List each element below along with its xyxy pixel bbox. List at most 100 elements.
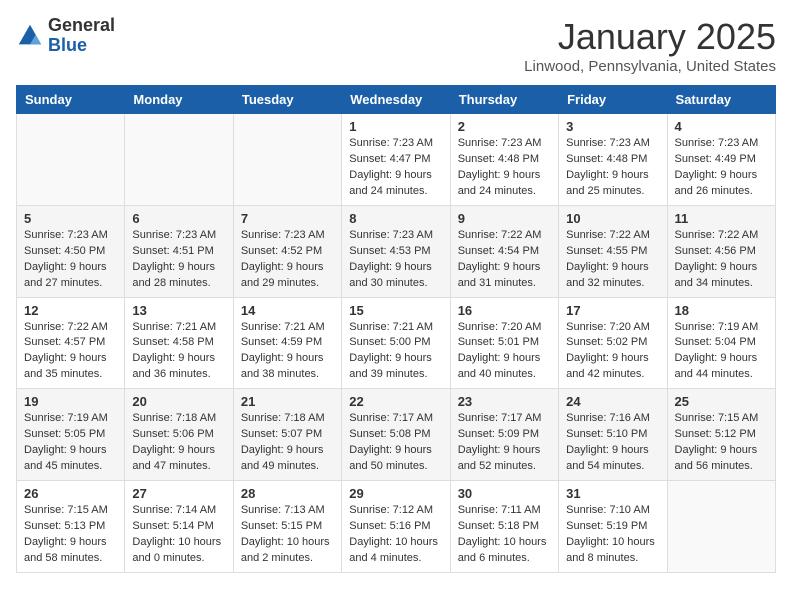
day-info: Sunrise: 7:15 AM Sunset: 5:12 PM Dayligh…	[675, 411, 768, 475]
week-row-3: 12Sunrise: 7:22 AM Sunset: 4:57 PM Dayli…	[17, 297, 776, 389]
day-info: Sunrise: 7:23 AM Sunset: 4:48 PM Dayligh…	[458, 136, 551, 200]
weekday-header-row: SundayMondayTuesdayWednesdayThursdayFrid…	[17, 86, 776, 114]
day-number: 13	[132, 303, 225, 318]
day-info: Sunrise: 7:10 AM Sunset: 5:19 PM Dayligh…	[566, 503, 659, 567]
calendar-cell: 20 Sunrise: 7:18 AM Sunset: 5:06 PM Dayli…	[125, 389, 233, 481]
location: Linwood, Pennsylvania, United States	[524, 58, 776, 75]
calendar: SundayMondayTuesdayWednesdayThursdayFrid…	[16, 85, 776, 573]
day-info: Sunrise: 7:21 AM Sunset: 4:59 PM Dayligh…	[241, 320, 334, 384]
weekday-header-friday: Friday	[559, 86, 667, 114]
day-info: Sunrise: 7:17 AM Sunset: 5:09 PM Dayligh…	[458, 411, 551, 475]
weekday-header-sunday: Sunday	[17, 86, 125, 114]
logo-text: General Blue	[48, 16, 115, 56]
day-number: 9	[458, 211, 551, 226]
day-number: 23	[458, 394, 551, 409]
calendar-cell: 8 Sunrise: 7:23 AM Sunset: 4:53 PM Daylig…	[342, 205, 450, 297]
day-info: Sunrise: 7:20 AM Sunset: 5:02 PM Dayligh…	[566, 320, 659, 384]
day-info: Sunrise: 7:22 AM Sunset: 4:55 PM Dayligh…	[566, 228, 659, 292]
calendar-cell: 12Sunrise: 7:22 AM Sunset: 4:57 PM Dayli…	[17, 297, 125, 389]
calendar-cell: 31 Sunrise: 7:10 AM Sunset: 5:19 PM Dayli…	[559, 481, 667, 573]
day-info: Sunrise: 7:11 AM Sunset: 5:18 PM Dayligh…	[458, 503, 551, 567]
calendar-cell: 27 Sunrise: 7:14 AM Sunset: 5:14 PM Dayli…	[125, 481, 233, 573]
calendar-cell	[233, 114, 341, 206]
day-number: 22	[349, 394, 442, 409]
day-info: Sunrise: 7:23 AM Sunset: 4:50 PM Dayligh…	[24, 228, 117, 292]
calendar-cell	[667, 481, 775, 573]
day-number: 21	[241, 394, 334, 409]
title-block: January 2025 Linwood, Pennsylvania, Unit…	[524, 16, 776, 75]
weekday-header-monday: Monday	[125, 86, 233, 114]
calendar-cell: 25 Sunrise: 7:15 AM Sunset: 5:12 PM Dayli…	[667, 389, 775, 481]
calendar-cell: 14Sunrise: 7:21 AM Sunset: 4:59 PM Dayli…	[233, 297, 341, 389]
calendar-cell: 9 Sunrise: 7:22 AM Sunset: 4:54 PM Daylig…	[450, 205, 558, 297]
page-header: General Blue January 2025 Linwood, Penns…	[16, 16, 776, 75]
calendar-cell: 19 Sunrise: 7:19 AM Sunset: 5:05 PM Dayli…	[17, 389, 125, 481]
day-info: Sunrise: 7:17 AM Sunset: 5:08 PM Dayligh…	[349, 411, 442, 475]
calendar-cell: 30 Sunrise: 7:11 AM Sunset: 5:18 PM Dayli…	[450, 481, 558, 573]
day-info: Sunrise: 7:21 AM Sunset: 4:58 PM Dayligh…	[132, 320, 225, 384]
day-info: Sunrise: 7:18 AM Sunset: 5:07 PM Dayligh…	[241, 411, 334, 475]
logo-blue: Blue	[48, 36, 115, 56]
calendar-cell: 21 Sunrise: 7:18 AM Sunset: 5:07 PM Dayli…	[233, 389, 341, 481]
day-info: Sunrise: 7:15 AM Sunset: 5:13 PM Dayligh…	[24, 503, 117, 567]
calendar-cell: 3Sunrise: 7:23 AM Sunset: 4:48 PM Daylig…	[559, 114, 667, 206]
day-info: Sunrise: 7:12 AM Sunset: 5:16 PM Dayligh…	[349, 503, 442, 567]
day-number: 3	[566, 119, 659, 134]
calendar-cell: 18 Sunrise: 7:19 AM Sunset: 5:04 PM Dayli…	[667, 297, 775, 389]
calendar-cell: 6Sunrise: 7:23 AM Sunset: 4:51 PM Daylig…	[125, 205, 233, 297]
calendar-cell: 29Sunrise: 7:12 AM Sunset: 5:16 PM Dayli…	[342, 481, 450, 573]
day-number: 30	[458, 486, 551, 501]
day-info: Sunrise: 7:23 AM Sunset: 4:47 PM Dayligh…	[349, 136, 442, 200]
calendar-cell: 22 Sunrise: 7:17 AM Sunset: 5:08 PM Dayli…	[342, 389, 450, 481]
calendar-cell: 7 Sunrise: 7:23 AM Sunset: 4:52 PM Daylig…	[233, 205, 341, 297]
calendar-cell: 26 Sunrise: 7:15 AM Sunset: 5:13 PM Dayli…	[17, 481, 125, 573]
day-number: 2	[458, 119, 551, 134]
day-info: Sunrise: 7:21 AM Sunset: 5:00 PM Dayligh…	[349, 320, 442, 384]
calendar-cell: 13 Sunrise: 7:21 AM Sunset: 4:58 PM Dayli…	[125, 297, 233, 389]
day-info: Sunrise: 7:16 AM Sunset: 5:10 PM Dayligh…	[566, 411, 659, 475]
day-number: 26	[24, 486, 117, 501]
calendar-cell: 24Sunrise: 7:16 AM Sunset: 5:10 PM Dayli…	[559, 389, 667, 481]
calendar-cell: 17Sunrise: 7:20 AM Sunset: 5:02 PM Dayli…	[559, 297, 667, 389]
calendar-cell: 5 Sunrise: 7:23 AM Sunset: 4:50 PM Daylig…	[17, 205, 125, 297]
day-number: 5	[24, 211, 117, 226]
day-number: 15	[349, 303, 442, 318]
day-info: Sunrise: 7:19 AM Sunset: 5:05 PM Dayligh…	[24, 411, 117, 475]
day-info: Sunrise: 7:20 AM Sunset: 5:01 PM Dayligh…	[458, 320, 551, 384]
day-info: Sunrise: 7:13 AM Sunset: 5:15 PM Dayligh…	[241, 503, 334, 567]
day-number: 25	[675, 394, 768, 409]
weekday-header-thursday: Thursday	[450, 86, 558, 114]
day-number: 19	[24, 394, 117, 409]
day-number: 18	[675, 303, 768, 318]
day-info: Sunrise: 7:14 AM Sunset: 5:14 PM Dayligh…	[132, 503, 225, 567]
weekday-header-wednesday: Wednesday	[342, 86, 450, 114]
month-title: January 2025	[524, 16, 776, 58]
calendar-cell	[125, 114, 233, 206]
day-info: Sunrise: 7:22 AM Sunset: 4:54 PM Dayligh…	[458, 228, 551, 292]
day-info: Sunrise: 7:22 AM Sunset: 4:57 PM Dayligh…	[24, 320, 117, 384]
day-number: 4	[675, 119, 768, 134]
calendar-cell: 15 Sunrise: 7:21 AM Sunset: 5:00 PM Dayli…	[342, 297, 450, 389]
day-number: 27	[132, 486, 225, 501]
day-info: Sunrise: 7:22 AM Sunset: 4:56 PM Dayligh…	[675, 228, 768, 292]
logo: General Blue	[16, 16, 115, 56]
day-number: 8	[349, 211, 442, 226]
logo-icon	[16, 22, 44, 50]
day-number: 11	[675, 211, 768, 226]
day-number: 10	[566, 211, 659, 226]
day-number: 16	[458, 303, 551, 318]
day-info: Sunrise: 7:18 AM Sunset: 5:06 PM Dayligh…	[132, 411, 225, 475]
calendar-cell: 16 Sunrise: 7:20 AM Sunset: 5:01 PM Dayli…	[450, 297, 558, 389]
day-number: 20	[132, 394, 225, 409]
day-number: 7	[241, 211, 334, 226]
day-number: 31	[566, 486, 659, 501]
day-info: Sunrise: 7:23 AM Sunset: 4:52 PM Dayligh…	[241, 228, 334, 292]
day-number: 1	[349, 119, 442, 134]
week-row-4: 19 Sunrise: 7:19 AM Sunset: 5:05 PM Dayli…	[17, 389, 776, 481]
day-info: Sunrise: 7:19 AM Sunset: 5:04 PM Dayligh…	[675, 320, 768, 384]
weekday-header-saturday: Saturday	[667, 86, 775, 114]
calendar-cell	[17, 114, 125, 206]
day-info: Sunrise: 7:23 AM Sunset: 4:53 PM Dayligh…	[349, 228, 442, 292]
weekday-header-tuesday: Tuesday	[233, 86, 341, 114]
calendar-cell: 28Sunrise: 7:13 AM Sunset: 5:15 PM Dayli…	[233, 481, 341, 573]
